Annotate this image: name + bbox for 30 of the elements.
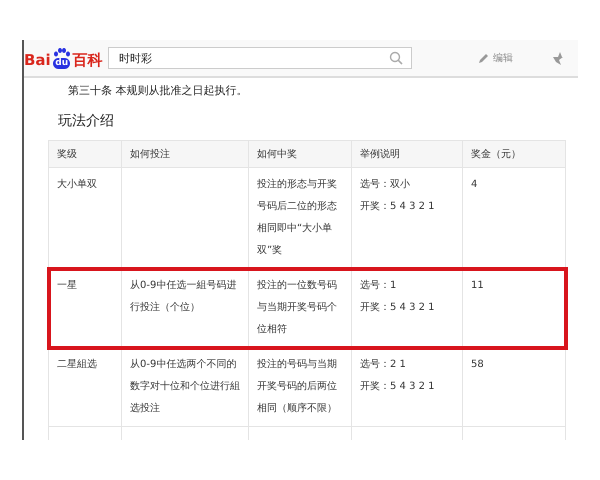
column-header: 如何投注 [122,140,248,168]
site-logo[interactable]: Bai du 百科 [24,48,108,68]
pencil-icon [478,52,489,64]
table-cell-text: 开奖：5 4 3 2 1 [360,200,436,214]
table-cell-text: 选号：2 1 [360,358,407,372]
search-field[interactable]: 时时彩 [108,47,412,69]
table-cell-text: 一星 [57,279,78,293]
column-header: 奖金（元） [462,140,566,168]
table-cell-text: 投注的号码与当期开奖号码的后两位相同（顺序不限） [257,358,338,416]
table-cell-text: 投注的形态与开奖号码后二位的形态相同即中“大小单双”奖 [257,178,338,258]
table-cell-text: 开奖：5 4 3 2 1 [360,301,436,315]
column-header: 奖级 [48,140,122,168]
star-icon[interactable] [553,51,563,65]
table-cell-text: 从0-9中任选一組号码进行投注（个位） [130,278,238,315]
edit-link[interactable]: 编辑 [478,51,513,65]
table-cell-text: 大小单双 [57,178,98,192]
column-header: 如何中奖 [248,140,352,168]
search-icon[interactable] [389,51,403,65]
table-cell-text: 开奖：5 4 3 2 1 [360,380,436,394]
column-header: 举例说明 [352,140,462,168]
table-cell-text: 58 [471,358,485,372]
table-cell-text: 二星組选 [57,358,98,372]
section-heading: 玩法介绍 [58,112,115,130]
table-cell-text: 投注的一位数号码与当期开奖号码个位相符 [257,278,338,337]
table-cell-text: 11 [471,279,485,293]
table-cell-text: 选号：双小 [360,178,411,192]
table-cell-text: 从0-9中任选两个不同的数字对十位和个位进行組选投注 [130,358,240,416]
table-cell-text: 选号：1 [360,278,398,293]
table-cell-text: 4 [471,178,478,192]
paragraph: 第三十条 本规则从批准之日起执行。 [68,83,248,99]
